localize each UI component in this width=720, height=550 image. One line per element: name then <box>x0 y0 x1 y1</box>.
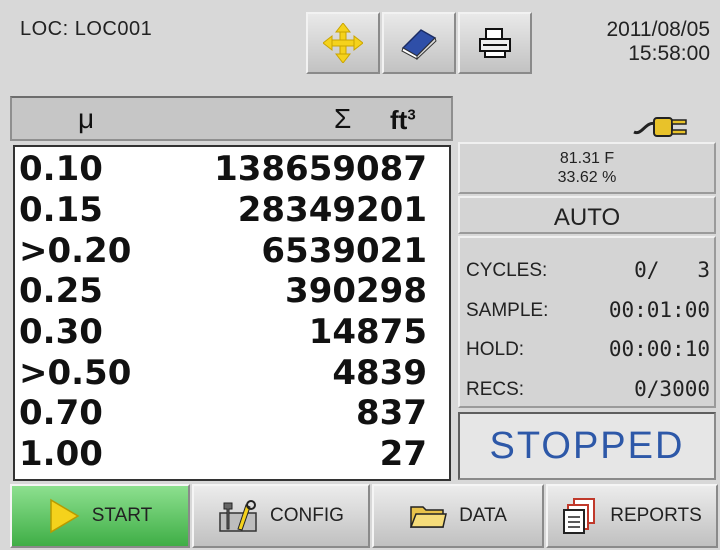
start-button[interactable]: START <box>10 484 190 548</box>
location-label: LOC: LOC001 <box>20 18 153 40</box>
datetime: 2011/08/05 15:58:00 <box>606 18 710 66</box>
manual-button[interactable] <box>382 12 456 74</box>
sum-column-header: Σ <box>334 103 352 134</box>
unit-column-header: ft3 <box>390 105 416 135</box>
table-row: 1.00 27 <box>15 434 449 474</box>
reports-label: REPORTS <box>610 505 702 526</box>
size-cell: 1.00 <box>19 434 103 474</box>
table-row: 0.25 390298 <box>15 271 449 311</box>
table-row: 0.10 138659087 <box>15 149 449 189</box>
size-cell: 0.30 <box>19 312 103 352</box>
size-column-header: μ <box>78 103 95 134</box>
hold-value: 00:00:10 <box>608 337 710 361</box>
cycles-label: CYCLES: <box>466 260 548 281</box>
size-cell: 0.10 <box>19 149 103 189</box>
reports-icon <box>563 498 596 534</box>
reports-button[interactable]: REPORTS <box>546 484 718 548</box>
count-cell: 6539021 <box>261 231 427 271</box>
sample-label: SAMPLE: <box>466 300 549 321</box>
temperature-value: 81.31 F <box>559 150 615 167</box>
time-label: 15:58:00 <box>628 42 710 65</box>
print-button[interactable] <box>458 12 532 74</box>
particle-count-table: 0.10 138659087 0.15 28349201 >0.20 6539021 … <box>13 145 451 481</box>
printer-icon <box>479 28 511 58</box>
cycles-value: 0/ 3 <box>634 258 710 282</box>
count-cell: 4839 <box>332 353 427 393</box>
size-cell: 0.70 <box>19 393 103 433</box>
table-row: 0.70 837 <box>15 393 449 433</box>
size-cell: >0.50 <box>19 353 132 393</box>
count-cell: 138659087 <box>214 149 427 189</box>
count-cell: 837 <box>356 393 427 433</box>
table-row: 0.15 28349201 <box>15 190 449 230</box>
size-cell: 0.25 <box>19 271 103 311</box>
table-row: >0.20 6539021 <box>15 231 449 271</box>
status-display: STOPPED <box>458 412 716 480</box>
move-button[interactable] <box>306 12 380 74</box>
config-button[interactable]: CONFIG <box>192 484 370 548</box>
hold-label: HOLD: <box>466 339 525 360</box>
play-icon <box>49 498 80 534</box>
data-button[interactable]: DATA <box>372 484 544 548</box>
count-cell: 27 <box>379 434 427 474</box>
recs-label: RECS: <box>466 379 525 400</box>
humidity-value: 33.62 % <box>557 169 617 186</box>
count-cell: 28349201 <box>237 190 427 230</box>
size-cell: 0.15 <box>19 190 103 230</box>
book-icon <box>401 29 437 60</box>
sample-settings-panel: CYCLES: 0/ 3 SAMPLE: 00:01:00 HOLD: 00:00:1… <box>458 236 716 408</box>
environment-readout: 81.31 F 33.62 % <box>458 142 716 194</box>
table-row: >0.50 4839 <box>15 353 449 393</box>
table-header: μ Σ ft3 <box>10 96 453 141</box>
count-cell: 390298 <box>285 271 427 311</box>
folder-icon <box>409 506 448 528</box>
date-label: 2011/08/05 <box>606 18 710 41</box>
table-row: 0.30 14875 <box>15 312 449 352</box>
size-cell: >0.20 <box>19 231 132 271</box>
count-cell: 14875 <box>308 312 427 352</box>
tools-icon <box>219 500 257 532</box>
start-label: START <box>91 505 153 526</box>
sample-value: 00:01:00 <box>608 298 710 322</box>
mode-indicator[interactable]: AUTO <box>458 196 716 234</box>
config-label: CONFIG <box>270 505 344 526</box>
recs-value: 0/3000 <box>634 377 710 401</box>
move-arrows-icon <box>323 23 363 63</box>
data-label: DATA <box>459 505 507 526</box>
